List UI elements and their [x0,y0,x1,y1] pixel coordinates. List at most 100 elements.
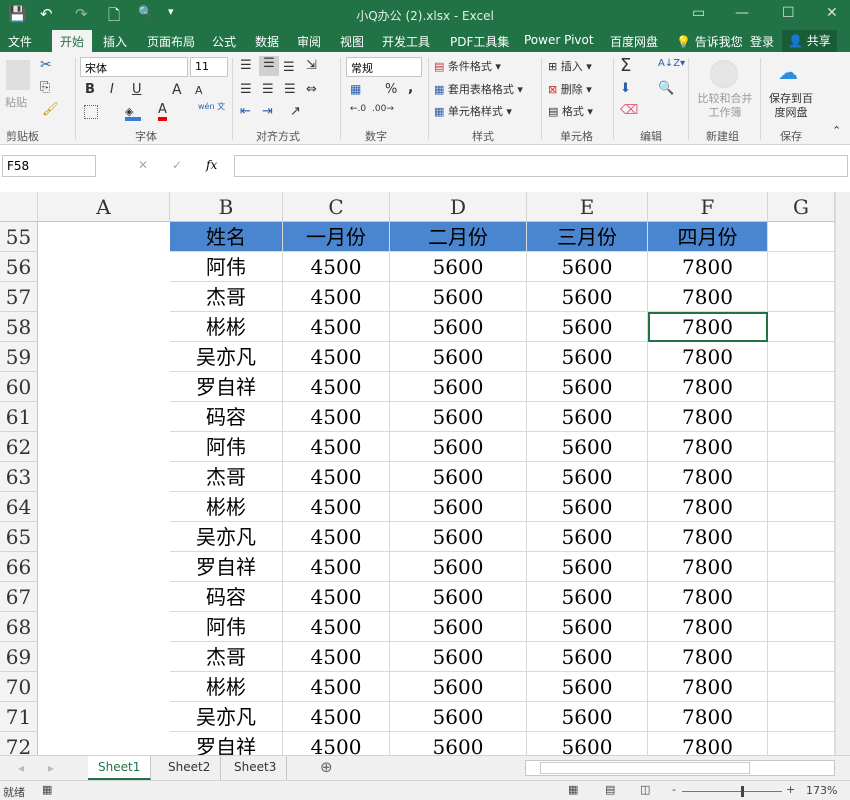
cell-E[interactable]: 7800 [648,252,768,282]
delete-cells-button[interactable]: ⊠ 删除 ▾ [548,81,592,97]
align-bottom-icon[interactable]: ☰ [283,60,295,75]
cell-A[interactable]: 吴亦凡 [170,702,283,732]
horizontal-scrollbar[interactable] [525,760,835,776]
tab-5[interactable]: 数据 [255,33,279,50]
row-number[interactable]: 64 [0,492,38,522]
cell-D[interactable]: 5600 [527,342,648,372]
cell-D[interactable]: 5600 [527,582,648,612]
cell-B[interactable]: 4500 [283,282,390,312]
cell-C[interactable]: 5600 [390,522,527,552]
cell-E[interactable]: 7800 [648,492,768,522]
cell-C[interactable]: 5600 [390,342,527,372]
cell-D[interactable]: 5600 [527,372,648,402]
conditional-format-button[interactable]: ▤ 条件格式 ▾ [434,58,501,74]
cell-G[interactable] [768,462,835,492]
cell-B[interactable]: 4500 [283,432,390,462]
row-number[interactable]: 68 [0,612,38,642]
cell-C[interactable]: 5600 [390,462,527,492]
cell-B[interactable]: 4500 [283,342,390,372]
enter-icon[interactable]: ✓ [172,158,182,172]
cell-D[interactable]: 5600 [527,642,648,672]
row-number[interactable]: 58 [0,312,38,342]
comma-button[interactable]: , [408,80,413,96]
tab-11[interactable]: 百度网盘 [610,33,658,50]
cell-C[interactable]: 5600 [390,432,527,462]
grow-font-button[interactable]: A [172,82,182,98]
cell-C[interactable]: 5600 [390,552,527,582]
cell-B[interactable]: 4500 [283,612,390,642]
cell-D[interactable]: 三月份 [527,222,648,252]
cell-G[interactable] [768,342,835,372]
increase-indent-icon[interactable]: ⇥ [262,104,273,119]
cell-G[interactable] [768,372,835,402]
cell-C[interactable]: 5600 [390,672,527,702]
cell-D[interactable]: 5600 [527,492,648,522]
cell-A[interactable]: 罗自祥 [170,552,283,582]
vertical-scrollbar[interactable] [835,192,850,755]
format-painter-icon[interactable]: 🖌 [42,102,59,117]
cell-E[interactable]: 四月份 [648,222,768,252]
tab-4[interactable]: 公式 [212,33,236,50]
tab-3[interactable]: 页面布局 [147,33,195,50]
login-link[interactable]: 登录 [750,33,774,50]
cell-B[interactable]: 4500 [283,492,390,522]
cell-C[interactable]: 5600 [390,492,527,522]
orientation-icon[interactable]: ↗ [290,104,301,119]
column-header-E[interactable]: E [527,192,648,222]
scroll-thumb[interactable] [540,762,750,774]
cell-D[interactable]: 5600 [527,312,648,342]
normal-view-icon[interactable]: ▦ [568,783,578,796]
row-number[interactable]: 69 [0,642,38,672]
cell-E[interactable]: 7800 [648,642,768,672]
zoom-slider[interactable] [682,791,782,792]
column-header-D[interactable]: D [390,192,527,222]
cell-D[interactable]: 5600 [527,462,648,492]
sheet-tab-1[interactable]: Sheet1 [88,756,152,780]
row-number[interactable]: 67 [0,582,38,612]
cell-B[interactable]: 4500 [283,552,390,582]
select-all-button[interactable] [0,192,38,222]
cell-A[interactable]: 阿伟 [170,432,283,462]
cut-icon[interactable]: ✂ [40,57,52,73]
cell-E[interactable]: 7800 [648,402,768,432]
row-number[interactable]: 57 [0,282,38,312]
number-format-select[interactable]: 常规 [346,57,422,77]
insert-cells-button[interactable]: ⊞ 插入 ▾ [548,58,592,74]
compare-merge-button[interactable]: 比较和合并工作簿 [694,92,756,120]
formula-input[interactable] [234,155,848,177]
autosum-button[interactable]: Σ [620,55,631,76]
cell-A[interactable]: 吴亦凡 [170,522,283,552]
align-right-icon[interactable]: ☰ [284,82,296,97]
cell-D[interactable]: 5600 [527,402,648,432]
cell-D[interactable]: 5600 [527,702,648,732]
cell-B[interactable]: 4500 [283,252,390,282]
ribbon-display-icon[interactable]: ▭ [692,5,705,21]
column-header-F[interactable]: F [648,192,768,222]
save-to-baidu-button[interactable]: 保存到百度网盘 [765,92,817,120]
cell-C[interactable]: 5600 [390,612,527,642]
cell-G[interactable] [768,222,835,252]
cell-G[interactable] [768,312,835,342]
cell-G[interactable] [768,522,835,552]
merge-center-icon[interactable]: ⇔ [306,82,317,97]
cell-E[interactable]: 7800 [648,462,768,492]
next-sheet-icon[interactable]: ▸ [48,761,54,775]
cell-B[interactable]: 4500 [283,732,390,755]
cell-B[interactable]: 一月份 [283,222,390,252]
cell-A[interactable]: 彬彬 [170,672,283,702]
cell-A[interactable]: 罗自祥 [170,372,283,402]
cell-G[interactable] [768,672,835,702]
cell-E[interactable]: 7800 [648,432,768,462]
cell-A[interactable]: 杰哥 [170,282,283,312]
cell-A[interactable]: 杰哥 [170,642,283,672]
row-number[interactable]: 59 [0,342,38,372]
cell-G[interactable] [768,282,835,312]
cell-A[interactable]: 吴亦凡 [170,342,283,372]
cell-A[interactable]: 罗自祥 [170,732,283,755]
underline-button[interactable]: U [132,82,142,97]
cell-D[interactable]: 5600 [527,522,648,552]
percent-button[interactable]: % [385,82,397,97]
cell-E[interactable]: 7800 [648,612,768,642]
italic-button[interactable]: I [110,82,114,97]
maximize-button[interactable]: ☐ [782,5,795,21]
